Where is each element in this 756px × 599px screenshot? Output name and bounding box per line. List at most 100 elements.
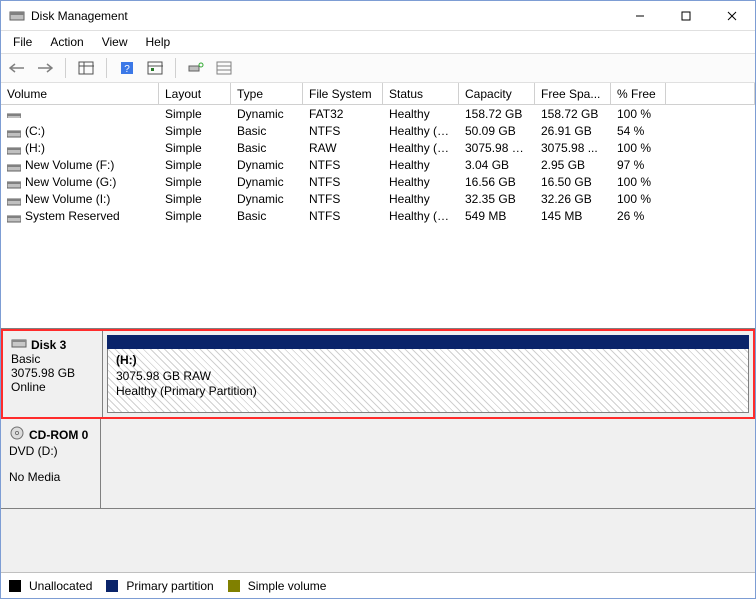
partition-h[interactable]: (H:) 3075.98 GB RAW Healthy (Primary Par… — [107, 349, 749, 413]
toolbar-separator — [175, 58, 176, 78]
window-title: Disk Management — [31, 9, 128, 23]
volume-type: Dynamic — [231, 175, 303, 189]
titlebar[interactable]: Disk Management — [1, 1, 755, 31]
back-button[interactable] — [5, 56, 29, 80]
volume-free: 2.95 GB — [535, 158, 611, 172]
volume-row[interactable]: System ReservedSimpleBasicNTFSHealthy (S… — [1, 207, 755, 224]
volume-row[interactable]: New Volume (I:)SimpleDynamicNTFSHealthy3… — [1, 190, 755, 207]
volume-row[interactable]: New Volume (G:)SimpleDynamicNTFSHealthy1… — [1, 173, 755, 190]
volume-pctfree: 97 % — [611, 158, 666, 172]
col-filesystem[interactable]: File System — [303, 83, 383, 105]
volume-icon — [7, 144, 21, 152]
app-icon — [9, 8, 25, 24]
volume-filesystem: RAW — [303, 141, 383, 155]
disk-name: Disk 3 — [31, 338, 66, 352]
disk-info: Disk 3 Basic 3075.98 GB Online — [3, 331, 103, 417]
menu-help[interactable]: Help — [138, 33, 179, 51]
forward-button[interactable] — [33, 56, 57, 80]
disk-layout-panel[interactable]: Disk 3 Basic 3075.98 GB Online (H:) 3075… — [1, 329, 755, 572]
volume-row[interactable]: (H:)SimpleBasicRAWHealthy (P...3075.98 G… — [1, 139, 755, 156]
toolbar-separator — [106, 58, 107, 78]
volume-status: Healthy — [383, 158, 459, 172]
col-free-space[interactable]: Free Spa... — [535, 83, 611, 105]
volume-filesystem: NTFS — [303, 175, 383, 189]
volume-name: (C:) — [25, 124, 45, 138]
menu-view[interactable]: View — [94, 33, 136, 51]
volume-pctfree: 100 % — [611, 192, 666, 206]
volume-type: Dynamic — [231, 107, 303, 121]
col-pct-free[interactable]: % Free — [611, 83, 666, 105]
volume-name: New Volume (G:) — [25, 175, 116, 189]
settings-button[interactable] — [143, 56, 167, 80]
volume-row[interactable]: New Volume (F:)SimpleDynamicNTFSHealthy3… — [1, 156, 755, 173]
volume-capacity: 549 MB — [459, 209, 535, 223]
disk-icon — [11, 337, 27, 352]
window-frame: Disk Management File Action View Help ? — [0, 0, 756, 599]
refresh-button[interactable] — [184, 56, 208, 80]
volume-pctfree: 26 % — [611, 209, 666, 223]
volume-list-body[interactable]: SimpleDynamicFAT32Healthy158.72 GB158.72… — [1, 105, 755, 328]
disk-state: No Media — [9, 470, 92, 484]
disk-partitions-empty — [101, 419, 755, 508]
volume-type: Dynamic — [231, 158, 303, 172]
volume-capacity: 3075.98 GB — [459, 141, 535, 155]
close-button[interactable] — [709, 1, 755, 31]
disk-info: CD-ROM 0 DVD (D:) No Media — [1, 419, 101, 508]
legend-swatch-primary — [106, 580, 118, 592]
volume-pctfree: 100 % — [611, 107, 666, 121]
volume-filesystem: NTFS — [303, 124, 383, 138]
minimize-button[interactable] — [617, 1, 663, 31]
volume-status: Healthy — [383, 192, 459, 206]
volume-layout: Simple — [159, 158, 231, 172]
disk-entry-cdrom[interactable]: CD-ROM 0 DVD (D:) No Media — [1, 419, 755, 509]
volume-free: 158.72 GB — [535, 107, 611, 121]
volume-type: Dynamic — [231, 192, 303, 206]
properties-button[interactable] — [212, 56, 236, 80]
menu-action[interactable]: Action — [42, 33, 91, 51]
show-hide-tree-button[interactable] — [74, 56, 98, 80]
col-volume[interactable]: Volume — [1, 83, 159, 105]
volume-filesystem: NTFS — [303, 209, 383, 223]
volume-row[interactable]: SimpleDynamicFAT32Healthy158.72 GB158.72… — [1, 105, 755, 122]
col-type[interactable]: Type — [231, 83, 303, 105]
volume-capacity: 16.56 GB — [459, 175, 535, 189]
volume-name: New Volume (F:) — [25, 158, 114, 172]
volume-free: 32.26 GB — [535, 192, 611, 206]
legend-unallocated: Unallocated — [29, 579, 92, 593]
volume-icon — [7, 195, 21, 203]
disk-size: 3075.98 GB — [11, 366, 94, 380]
col-status[interactable]: Status — [383, 83, 459, 105]
volume-type: Basic — [231, 124, 303, 138]
toolbar: ? — [1, 53, 755, 83]
col-capacity[interactable]: Capacity — [459, 83, 535, 105]
volume-list: Volume Layout Type File System Status Ca… — [1, 83, 755, 329]
disk-entry-disk3[interactable]: Disk 3 Basic 3075.98 GB Online (H:) 3075… — [1, 329, 755, 419]
volume-filesystem: NTFS — [303, 158, 383, 172]
volume-type: Basic — [231, 209, 303, 223]
volume-capacity: 158.72 GB — [459, 107, 535, 121]
maximize-button[interactable] — [663, 1, 709, 31]
legend-simple: Simple volume — [248, 579, 327, 593]
legend: Unallocated Primary partition Simple vol… — [1, 572, 755, 598]
volume-status: Healthy — [383, 175, 459, 189]
partition-label: (H:) — [116, 353, 740, 369]
help-button[interactable]: ? — [115, 56, 139, 80]
volume-capacity: 50.09 GB — [459, 124, 535, 138]
legend-primary: Primary partition — [126, 579, 213, 593]
volume-capacity: 32.35 GB — [459, 192, 535, 206]
volume-layout: Simple — [159, 209, 231, 223]
volume-pctfree: 54 % — [611, 124, 666, 138]
volume-free: 145 MB — [535, 209, 611, 223]
disk-type: Basic — [11, 352, 94, 366]
menu-file[interactable]: File — [5, 33, 40, 51]
volume-type: Basic — [231, 141, 303, 155]
col-layout[interactable]: Layout — [159, 83, 231, 105]
volume-status: Healthy — [383, 107, 459, 121]
volume-row[interactable]: (C:)SimpleBasicNTFSHealthy (B...50.09 GB… — [1, 122, 755, 139]
volume-free: 16.50 GB — [535, 175, 611, 189]
volume-icon — [7, 212, 21, 220]
col-spacer — [666, 83, 755, 105]
volume-layout: Simple — [159, 141, 231, 155]
volume-status: Healthy (S... — [383, 209, 459, 223]
partition-header[interactable] — [107, 335, 749, 349]
